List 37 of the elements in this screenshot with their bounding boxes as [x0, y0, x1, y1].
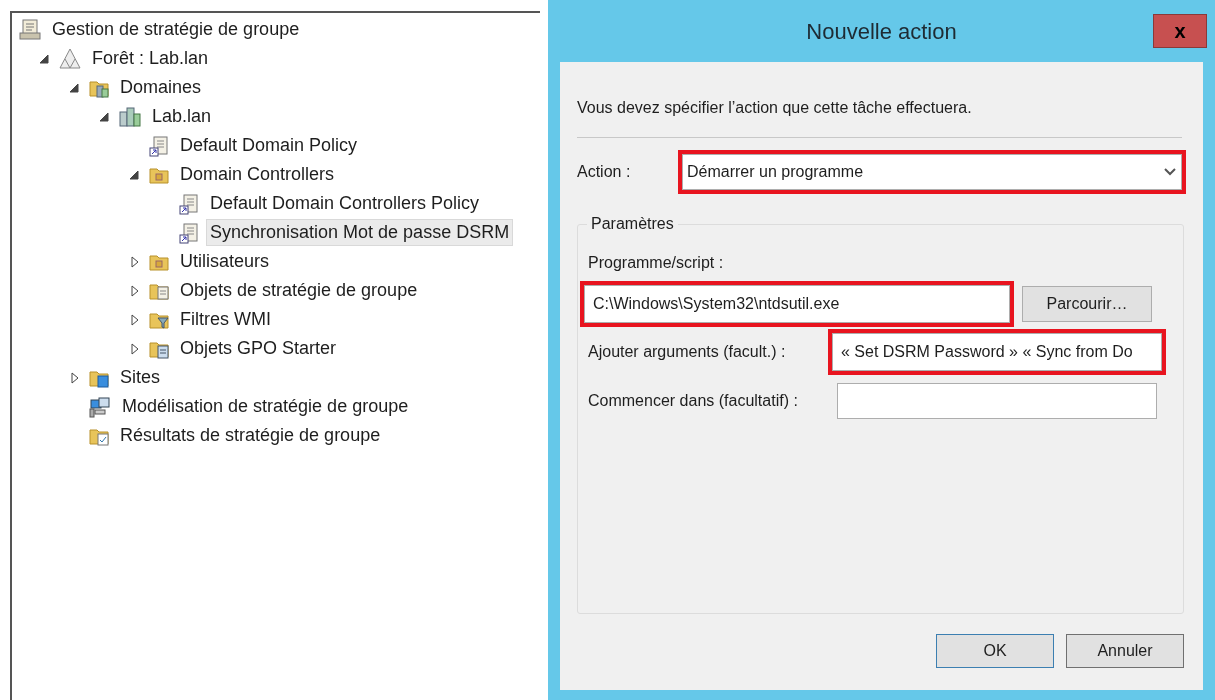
policy-shortcut-icon: [148, 134, 170, 157]
window-title: Nouvelle action: [806, 17, 957, 46]
start-in-field[interactable]: [837, 383, 1157, 419]
policy-shortcut-icon: [178, 192, 200, 215]
buildings-icon: [118, 104, 142, 129]
tree-item[interactable]: Lab.lan: [148, 103, 216, 130]
policy-shortcut-icon: [178, 221, 200, 244]
computers-icon: [88, 394, 112, 419]
tree-item[interactable]: Sites: [116, 364, 165, 391]
close-button[interactable]: x: [1153, 14, 1207, 48]
tree-item[interactable]: Gestion de stratégie de groupe: [48, 15, 304, 44]
field-label: Ajouter arguments (facult.) :: [588, 342, 787, 362]
action-label: Action :: [577, 162, 632, 182]
tree-item[interactable]: Forêt : Lab.lan: [88, 45, 213, 72]
tree-item[interactable]: Utilisateurs: [176, 248, 274, 275]
instruction-text: Vous devez spécifier l’action que cette tâche effectuera.: [577, 98, 973, 118]
tree-item[interactable]: Résultats de stratégie de groupe: [116, 422, 385, 449]
field-label: Programme/script :: [588, 253, 725, 273]
scroll-icon: [18, 17, 42, 42]
arguments-field[interactable]: « Set DSRM Password » « Sync from Do: [832, 333, 1162, 371]
tree-item[interactable]: Domain Controllers: [176, 161, 339, 188]
tree-item[interactable]: Filtres WMI: [176, 306, 275, 333]
action-dropdown[interactable]: Démarrer un programme: [682, 154, 1182, 190]
tree-item[interactable]: Objets GPO Starter: [176, 335, 341, 362]
dialog-button[interactable]: OK: [936, 634, 1054, 668]
tree-item[interactable]: Synchronisation Mot de passe DSRM: [206, 219, 514, 246]
field-label: Commencer dans (facultatif) :: [588, 391, 799, 411]
browse-button[interactable]: Parcourir…: [1022, 286, 1152, 322]
program-field[interactable]: C:\Windows\System32\ntdsutil.exe: [584, 285, 1010, 323]
tree-item[interactable]: Default Domain Controllers Policy: [206, 190, 484, 217]
tree-item[interactable]: Default Domain Policy: [176, 132, 362, 159]
tree-item[interactable]: Objets de stratégie de groupe: [176, 277, 422, 304]
dialog-button[interactable]: Annuler: [1066, 634, 1184, 668]
tree-item[interactable]: Domaines: [116, 74, 206, 101]
chevron-down-icon: [1163, 167, 1177, 177]
tree-item[interactable]: Modélisation de stratégie de groupe: [118, 393, 413, 420]
triangle-icon: [58, 46, 82, 71]
